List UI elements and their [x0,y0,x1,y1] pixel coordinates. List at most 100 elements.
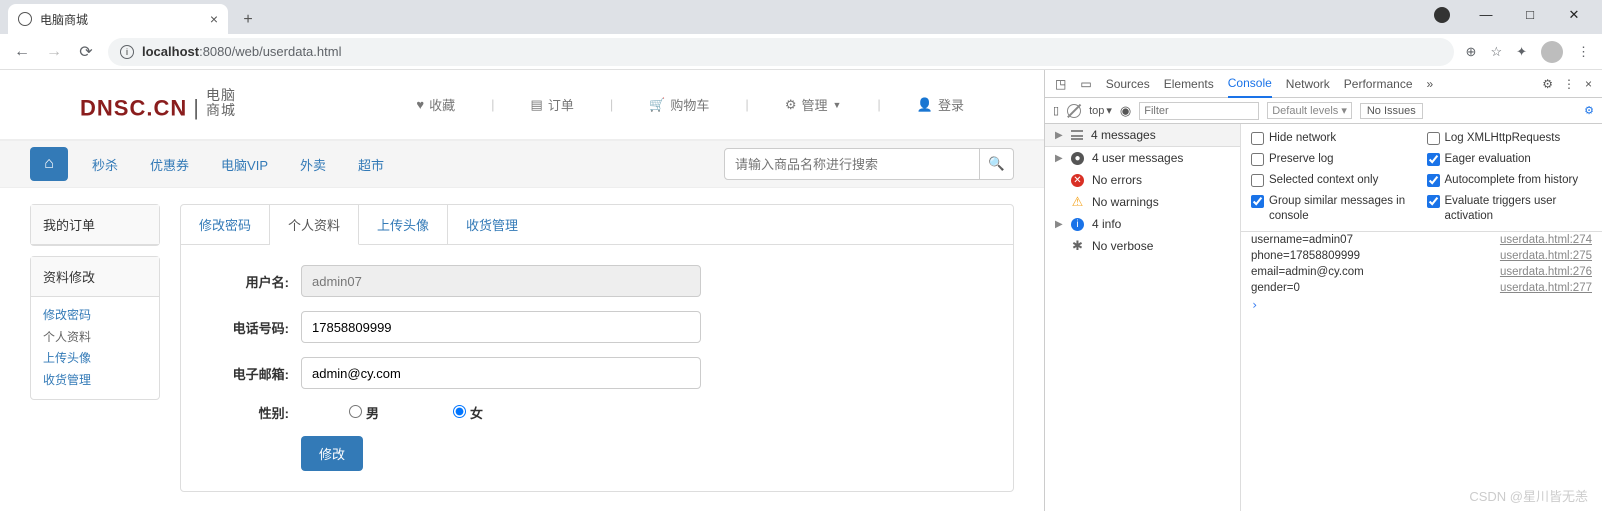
console-prompt[interactable]: › [1241,296,1602,314]
sidebar-user-messages[interactable]: ▶●4 user messages [1045,147,1240,169]
devtools-tab-console[interactable]: Console [1228,70,1272,98]
heart-icon: ♥ [416,97,424,112]
sidebar-link-address[interactable]: 收货管理 [43,370,147,392]
devtools-tab-elements[interactable]: Elements [1164,71,1214,97]
inspect-icon[interactable]: ◳ [1055,77,1066,91]
log-row[interactable]: gender=0userdata.html:277 [1241,280,1602,296]
devtools-close-icon[interactable]: × [1585,77,1592,91]
tab-close-icon[interactable]: × [210,11,218,27]
search-icon[interactable]: ⊕ [1466,44,1477,60]
sidebar-messages[interactable]: ▶4 messages [1045,124,1240,147]
search-button[interactable]: 🔍 [980,148,1014,180]
gender-male-radio[interactable] [349,405,362,418]
tab-avatar[interactable]: 上传头像 [359,205,448,245]
devtools-settings-icon[interactable]: ⚙ [1542,77,1553,91]
menu-icon[interactable]: ⋮ [1577,44,1590,60]
devtools-menu-icon[interactable]: ⋮ [1563,77,1575,91]
cb-hide-network[interactable]: Hide network [1251,128,1417,149]
log-row[interactable]: phone=17858809999userdata.html:275 [1241,248,1602,264]
url-input[interactable]: i localhost:8080/web/userdata.html [108,38,1454,66]
product-search-input[interactable] [724,148,980,180]
warning-icon: ⚠ [1071,196,1084,209]
cb-preserve-log[interactable]: Preserve log [1251,149,1417,170]
nav-market[interactable]: 超市 [350,155,392,174]
site-header: DNSC.CN|电脑商城 ♥收藏 | ▤订单 | 🛒购物车 | ⚙管理▼ | 👤… [0,70,1044,140]
devtools-tab-network[interactable]: Network [1286,71,1330,97]
back-button[interactable]: ← [12,43,32,61]
log-row[interactable]: username=admin07userdata.html:274 [1241,232,1602,248]
cb-eval-triggers[interactable]: Evaluate triggers user activation [1427,191,1593,227]
reload-button[interactable]: ⟳ [76,42,96,62]
sidebar-link-password[interactable]: 修改密码 [43,305,147,327]
cb-log-xhr[interactable]: Log XMLHttpRequests [1427,128,1593,149]
issues-button[interactable]: No Issues [1360,103,1423,119]
nav-orders[interactable]: ▤订单 [531,95,574,114]
log-levels-selector[interactable]: Default levels ▾ [1267,102,1352,119]
account-icon[interactable] [1430,7,1454,26]
tab-address[interactable]: 收货管理 [448,205,536,245]
devtools-tab-sources[interactable]: Sources [1106,71,1150,97]
gender-female-option[interactable]: 女 [405,403,495,422]
log-source-link[interactable]: userdata.html:274 [1500,234,1592,246]
sidebar-errors[interactable]: ✕No errors [1045,169,1240,191]
username-input [301,265,701,297]
sidebar-link-profile[interactable]: 个人资料 [43,327,147,349]
phone-label: 电话号码: [211,318,301,337]
site-logo[interactable]: DNSC.CN|电脑商城 [80,88,236,121]
sidebar-toggle-icon[interactable]: ▯ [1053,104,1059,117]
nav-seckill[interactable]: 秒杀 [84,155,126,174]
submit-button[interactable]: 修改 [301,436,363,471]
email-input[interactable] [301,357,701,389]
cb-autocomplete[interactable]: Autocomplete from history [1427,170,1593,191]
maximize-button[interactable]: □ [1518,7,1542,26]
profile-avatar[interactable] [1541,41,1563,63]
site-info-icon[interactable]: i [120,45,134,59]
gender-male-option[interactable]: 男 [301,403,391,422]
nav-vip[interactable]: 电脑VIP [213,155,276,174]
sidebar-info[interactable]: ▶i4 info [1045,213,1240,235]
sidebar-verbose[interactable]: ✱No verbose [1045,235,1240,257]
sidebar-link-avatar[interactable]: 上传头像 [43,348,147,370]
gender-female-radio[interactable] [453,405,466,418]
clear-console-icon[interactable] [1067,104,1081,118]
star-icon[interactable]: ☆ [1490,44,1502,60]
console-filter-input[interactable] [1139,102,1259,120]
cb-selected-context[interactable]: Selected context only [1251,170,1417,191]
log-source-link[interactable]: userdata.html:276 [1500,266,1592,278]
nav-favorite[interactable]: ♥收藏 [416,95,455,114]
more-tabs-icon[interactable]: » [1427,77,1434,91]
minimize-button[interactable]: — [1474,7,1498,26]
console-settings-icon[interactable]: ⚙ [1584,104,1594,117]
cb-group-similar[interactable]: Group similar messages in console [1251,191,1417,227]
new-tab-button[interactable]: + [234,6,262,34]
category-navbar: ⌂ 秒杀 优惠券 电脑VIP 外卖 超市 🔍 [0,140,1044,188]
cart-icon: 🛒 [649,97,665,113]
nav-takeout[interactable]: 外卖 [292,155,334,174]
nav-login[interactable]: 👤登录 [917,95,964,114]
browser-tab[interactable]: 电脑商城 × [8,4,228,34]
log-source-link[interactable]: userdata.html:275 [1500,250,1592,262]
devtools-tabs: ◳ ▭ Sources Elements Console Network Per… [1045,70,1602,98]
home-icon: ⌂ [44,155,54,173]
log-row[interactable]: email=admin@cy.comuserdata.html:276 [1241,264,1602,280]
close-window-button[interactable]: ✕ [1562,7,1586,26]
sidebar-warnings[interactable]: ⚠No warnings [1045,191,1240,213]
nav-coupon[interactable]: 优惠券 [142,155,197,174]
live-expression-icon[interactable]: ◉ [1120,103,1131,119]
device-icon[interactable]: ▭ [1080,77,1091,91]
devtools-tab-performance[interactable]: Performance [1344,71,1413,97]
user-messages-icon: ● [1071,152,1084,165]
log-source-link[interactable]: userdata.html:277 [1500,282,1592,294]
tab-profile[interactable]: 个人资料 [270,205,359,245]
sidebar-my-orders[interactable]: 我的订单 [31,205,159,245]
tab-password[interactable]: 修改密码 [181,205,270,245]
browser-address-bar: ← → ⟳ i localhost:8080/web/userdata.html… [0,34,1602,70]
phone-input[interactable] [301,311,701,343]
nav-admin[interactable]: ⚙管理▼ [785,95,842,114]
home-button[interactable]: ⌂ [30,147,68,181]
forward-button[interactable]: → [44,43,64,61]
cb-eager-eval[interactable]: Eager evaluation [1427,149,1593,170]
context-selector[interactable]: top ▾ [1089,104,1112,117]
nav-cart[interactable]: 🛒购物车 [649,95,709,114]
extensions-icon[interactable]: ✦ [1516,44,1527,60]
